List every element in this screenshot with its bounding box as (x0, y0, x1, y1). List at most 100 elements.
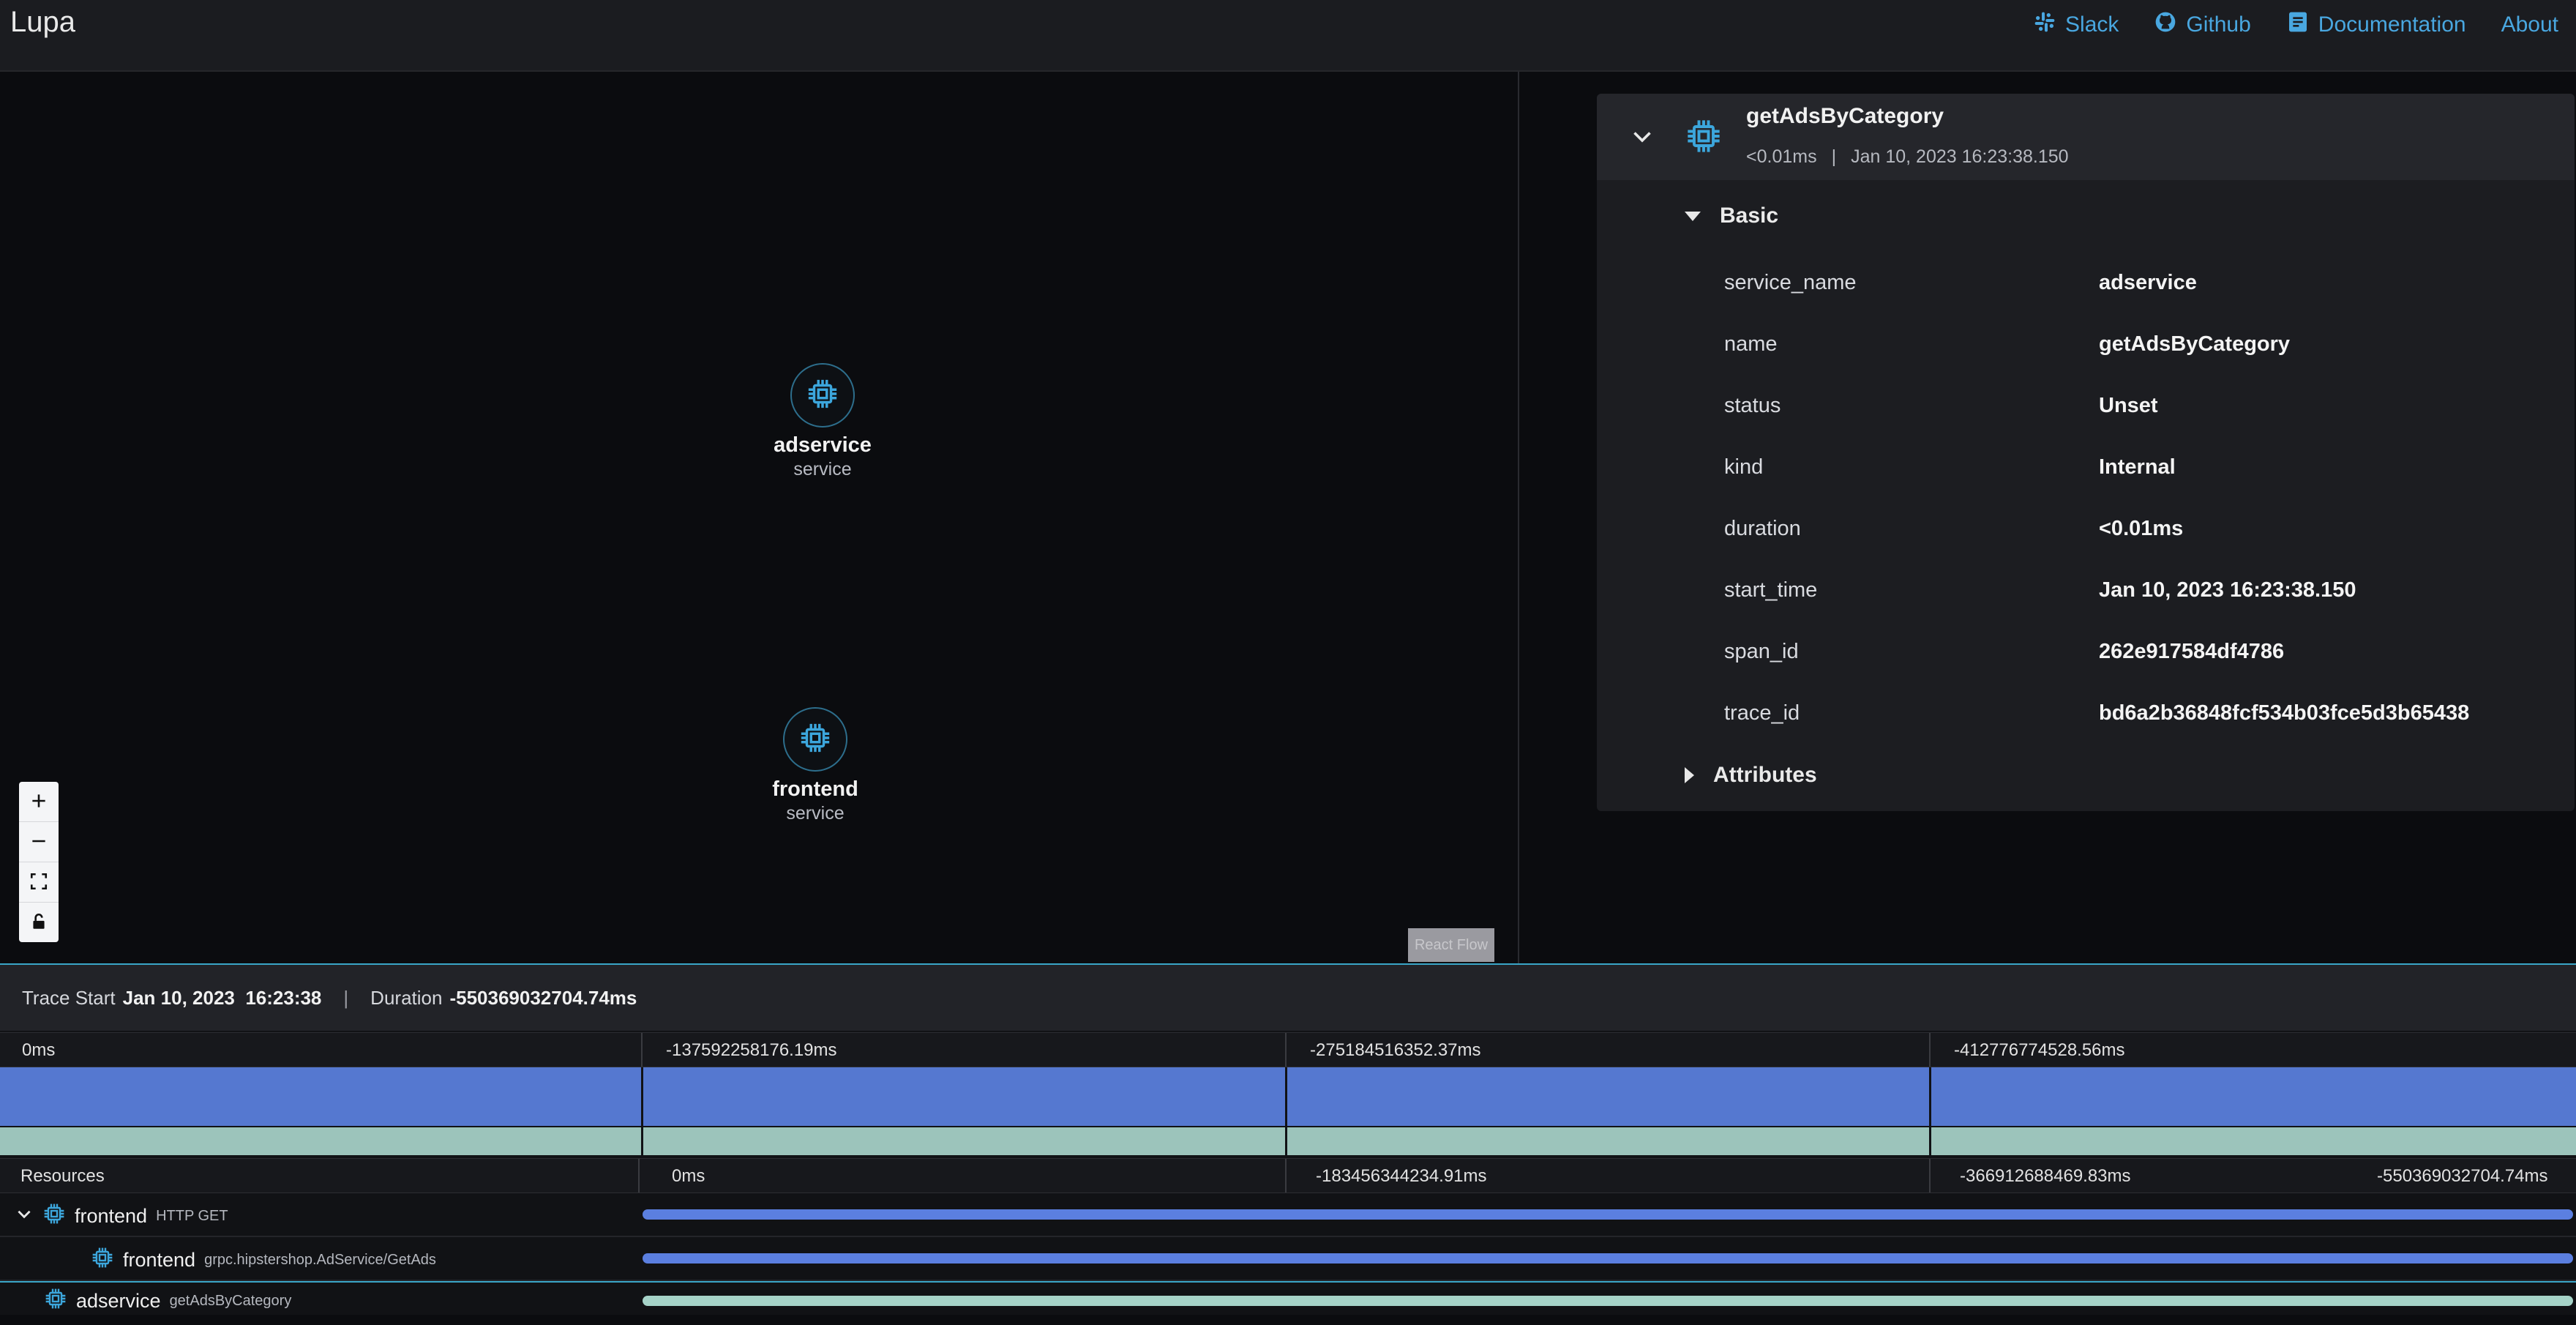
span-meta: <0.01ms | Jan 10, 2023 16:23:38.150 (1746, 146, 2069, 168)
summary-separator: | (343, 986, 349, 1009)
field-key: kind (1724, 455, 1764, 479)
field-value: <0.01ms (2099, 516, 2184, 540)
field-key: duration (1724, 516, 1801, 540)
minimap-span-bar (0, 1067, 2576, 1126)
row-operation: grpc.hipstershop.AdService/GetAds (204, 1252, 436, 1268)
field-value: adservice (2099, 270, 2197, 294)
graph-node-adservice[interactable]: adservice service (713, 363, 932, 480)
app-logo[interactable]: Lupa (10, 6, 75, 39)
field-key: status (1724, 393, 1781, 417)
field-row: duration <0.01ms (1724, 510, 2558, 547)
tick-label: -275184516352.37ms (1310, 1040, 1481, 1060)
top-nav: Slack Github Documentation About (2033, 10, 2558, 40)
node-name: adservice (774, 433, 872, 457)
span-timestamp: Jan 10, 2023 16:23:38.150 (1851, 146, 2069, 167)
node-circle (790, 363, 855, 428)
attributes-section-toggle[interactable]: Attributes (1685, 763, 1817, 788)
chip-icon (798, 721, 832, 758)
meta-separator: | (1831, 146, 1837, 167)
nav-documentation-link[interactable]: Documentation (2286, 10, 2466, 40)
nav-slack-link[interactable]: Slack (2033, 10, 2119, 40)
nav-github-link[interactable]: Github (2154, 10, 2251, 40)
lock-button[interactable] (19, 903, 59, 942)
service-graph-canvas[interactable]: adservice service frontend service React… (0, 72, 1519, 963)
tick-label: -412776774528.56ms (1954, 1040, 2125, 1060)
trace-timeline: Trace Start Jan 10, 2023 16:23:38 | Dura… (0, 963, 2576, 1315)
row-operation: HTTP GET (156, 1208, 228, 1224)
ruler-divider (641, 1033, 643, 1067)
field-row: trace_id bd6a2b36848fcf534b03fce5d3b6543… (1724, 695, 2558, 731)
basic-section-toggle[interactable]: Basic (1685, 204, 1778, 228)
chip-icon (44, 1287, 67, 1315)
zoom-out-button[interactable] (19, 822, 59, 862)
field-value: Unset (2099, 393, 2158, 417)
field-value: 262e917584df4786 (2099, 639, 2285, 663)
zoom-in-button[interactable] (19, 782, 59, 822)
chip-icon (91, 1246, 114, 1274)
caret-down-icon (1685, 211, 1701, 221)
caret-right-icon (1685, 767, 1694, 783)
field-key: name (1724, 332, 1778, 356)
field-key: trace_id (1724, 701, 1800, 725)
span-title: getAdsByCategory (1746, 104, 1944, 128)
plus-icon (29, 786, 48, 817)
top-bar: Lupa Slack Github Documentation About (0, 0, 2576, 72)
row-service: frontend (123, 1249, 196, 1271)
timeline-ruler-top: 0ms -137592258176.19ms -275184516352.37m… (0, 1032, 2576, 1067)
span-bar[interactable] (643, 1209, 2573, 1220)
react-flow-attribution[interactable]: React Flow (1408, 928, 1494, 962)
span-bar[interactable] (643, 1296, 2573, 1306)
row-service: frontend (75, 1205, 148, 1227)
field-row: span_id 262e917584df4786 (1724, 633, 2558, 670)
minimap-divider (641, 1067, 643, 1158)
basic-section-label: Basic (1720, 204, 1779, 228)
graph-node-frontend[interactable]: frontend service (705, 707, 925, 824)
tick-label: -137592258176.19ms (666, 1040, 837, 1060)
field-key: span_id (1724, 639, 1799, 663)
field-value: Internal (2099, 455, 2176, 479)
node-name: frontend (772, 777, 858, 801)
ruler-divider (1929, 1033, 1931, 1067)
field-row: kind Internal (1724, 449, 2558, 485)
span-bar[interactable] (643, 1253, 2573, 1264)
timeline-minimap[interactable] (0, 1067, 2576, 1158)
nav-about-link[interactable]: About (2501, 12, 2558, 37)
field-value: getAdsByCategory (2099, 332, 2291, 356)
field-row: status Unset (1724, 387, 2558, 424)
chip-icon (42, 1202, 66, 1231)
trace-row-selected[interactable]: adservice getAdsByCategory (0, 1281, 2576, 1325)
span-duration: <0.01ms (1746, 146, 1817, 167)
row-operation: getAdsByCategory (169, 1293, 292, 1309)
minimap-span-bar (0, 1127, 2576, 1155)
nav-github-label: Github (2186, 12, 2251, 37)
field-row: start_time Jan 10, 2023 16:23:38.150 (1724, 572, 2558, 608)
field-key: service_name (1724, 270, 1857, 294)
trace-row[interactable]: frontend HTTP GET (0, 1193, 2576, 1237)
fit-view-button[interactable] (19, 862, 59, 903)
row-label: adservice getAdsByCategory (44, 1287, 291, 1315)
tick-label: -366912688469.83ms (1960, 1166, 2131, 1186)
timeline-ruler-bottom: Resources 0ms -183456344234.91ms -366912… (0, 1158, 2576, 1193)
field-row: service_name adservice (1724, 264, 2558, 301)
node-type: service (793, 459, 852, 479)
nav-documentation-label: Documentation (2318, 12, 2466, 37)
ruler-divider (638, 1159, 640, 1192)
tick-label: -183456344234.91ms (1316, 1166, 1487, 1186)
node-type: service (786, 803, 845, 824)
tick-label: 0ms (672, 1166, 705, 1186)
trace-start-label: Trace Start (22, 986, 116, 1009)
resources-header: Resources (20, 1166, 105, 1186)
row-service: adservice (76, 1290, 161, 1312)
trace-start-value: Jan 10, 2023 16:23:38 (122, 986, 322, 1009)
minimap-divider (1929, 1067, 1931, 1158)
chip-icon (1685, 117, 1723, 155)
nav-about-label: About (2501, 12, 2558, 37)
tick-label: -550369032704.74ms (2377, 1166, 2548, 1186)
chevron-down-icon (1629, 132, 1655, 152)
slack-icon (2033, 10, 2056, 40)
chevron-down-icon[interactable] (15, 1204, 34, 1228)
graph-controls (19, 782, 59, 942)
github-icon (2154, 10, 2177, 40)
trace-row[interactable]: frontend grpc.hipstershop.AdService/GetA… (0, 1237, 2576, 1281)
collapse-span-button[interactable] (1629, 123, 1655, 149)
